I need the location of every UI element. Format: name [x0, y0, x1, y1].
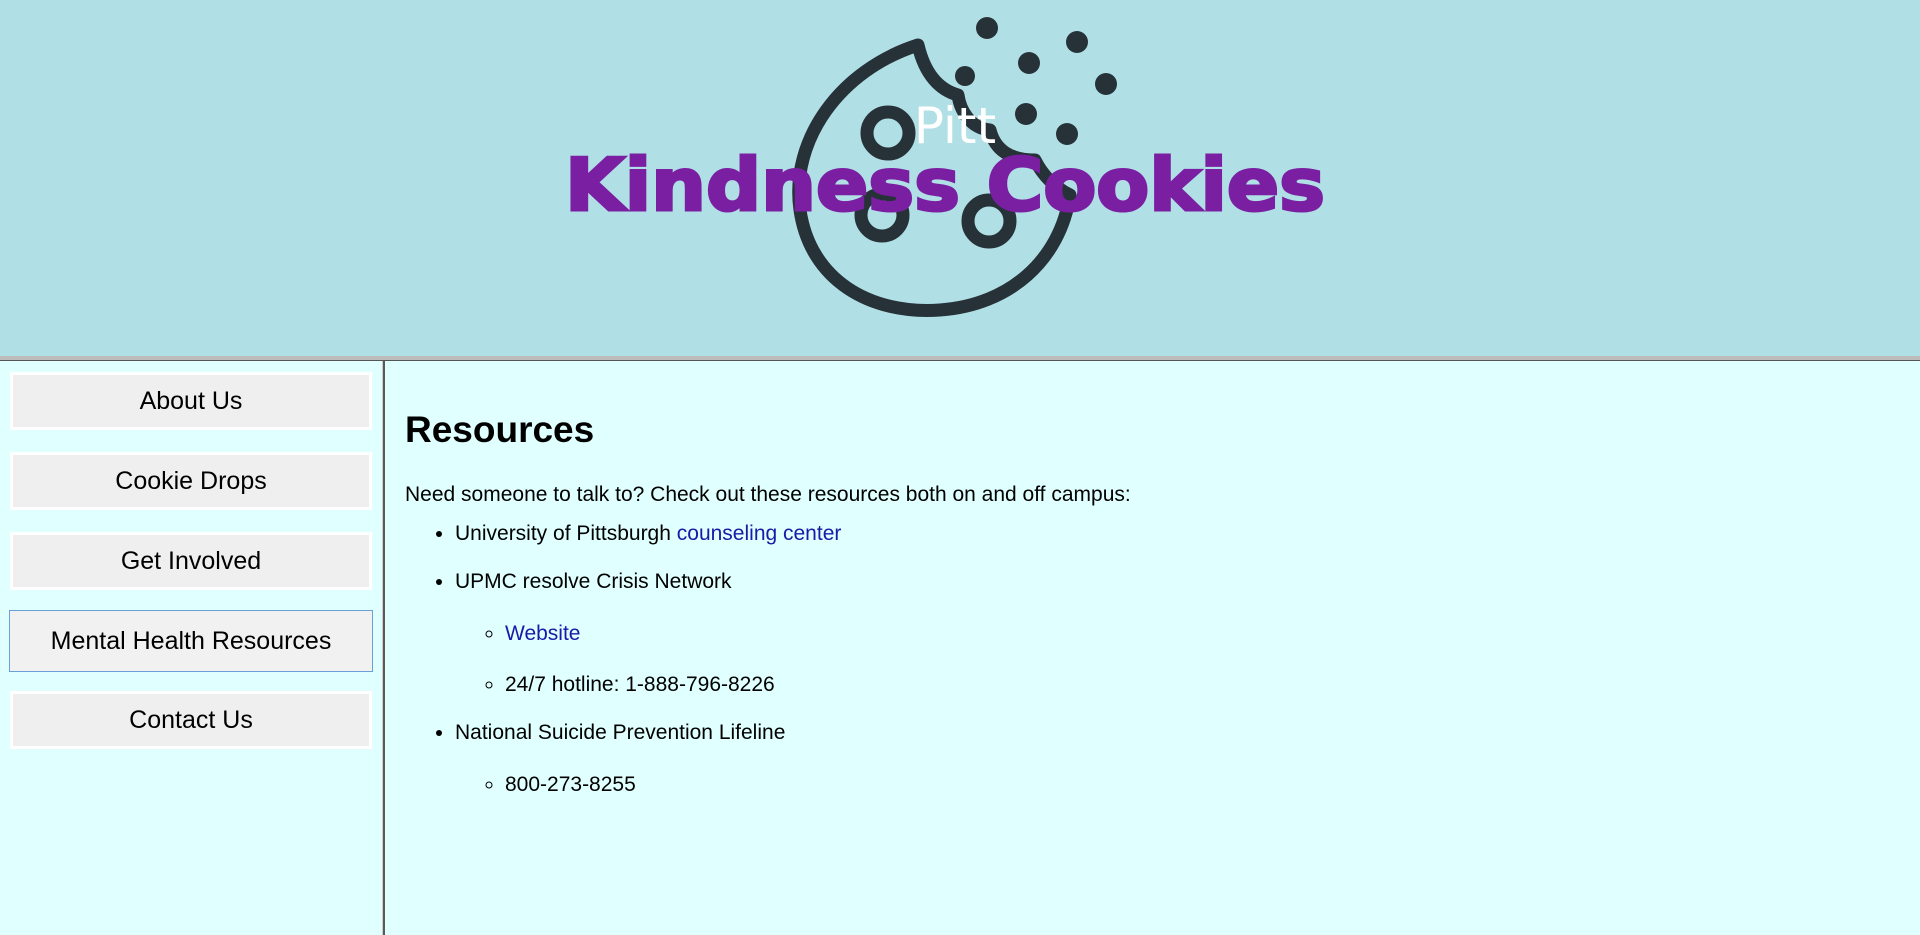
nav-mental-health-resources-button[interactable]: Mental Health Resources	[9, 610, 373, 672]
main-content: Resources Need someone to talk to? Check…	[405, 361, 1895, 935]
sidebar-nav: About Us Cookie Drops Get Involved Menta…	[0, 361, 382, 935]
list-item: 24/7 hotline: 1-888-796-8226	[505, 672, 841, 698]
resource-text: National Suicide Prevention Lifeline	[455, 721, 786, 744]
resource-text: UPMC resolve Crisis Network	[455, 570, 732, 593]
list-item: 800-273-8255	[505, 772, 841, 798]
resource-text: University of Pittsburgh	[455, 522, 677, 545]
list-item: Website	[505, 621, 841, 647]
nav-cookie-drops-button[interactable]: Cookie Drops	[10, 452, 372, 510]
list-item: UPMC resolve Crisis Network Website 24/7…	[455, 569, 841, 698]
sidebar-divider	[382, 361, 385, 935]
logo-main-text: Kindness Cookies	[565, 143, 1325, 227]
sublist: 800-273-8255	[455, 772, 841, 798]
intro-text: Need someone to talk to? Check out these…	[405, 483, 1131, 506]
nav-contact-us-button[interactable]: Contact Us	[10, 691, 372, 749]
nav-about-us-button[interactable]: About Us	[10, 372, 372, 430]
site-header: Pitt Kindness Cookies	[0, 0, 1920, 356]
resource-list: University of Pittsburgh counseling cent…	[405, 521, 841, 820]
kindness-cookies-logo: Pitt Kindness Cookies	[564, 17, 1327, 317]
hotline-text: 24/7 hotline: 1-888-796-8226	[505, 673, 775, 696]
upmc-website-link[interactable]: Website	[505, 622, 580, 645]
lifeline-number-text: 800-273-8255	[505, 773, 636, 796]
page-title: Resources	[405, 409, 595, 450]
sublist: Website 24/7 hotline: 1-888-796-8226	[455, 621, 841, 698]
nav-get-involved-button[interactable]: Get Involved	[10, 532, 372, 590]
list-item: University of Pittsburgh counseling cent…	[455, 521, 841, 547]
counseling-center-link[interactable]: counseling center	[677, 522, 842, 545]
list-item: National Suicide Prevention Lifeline 800…	[455, 720, 841, 798]
